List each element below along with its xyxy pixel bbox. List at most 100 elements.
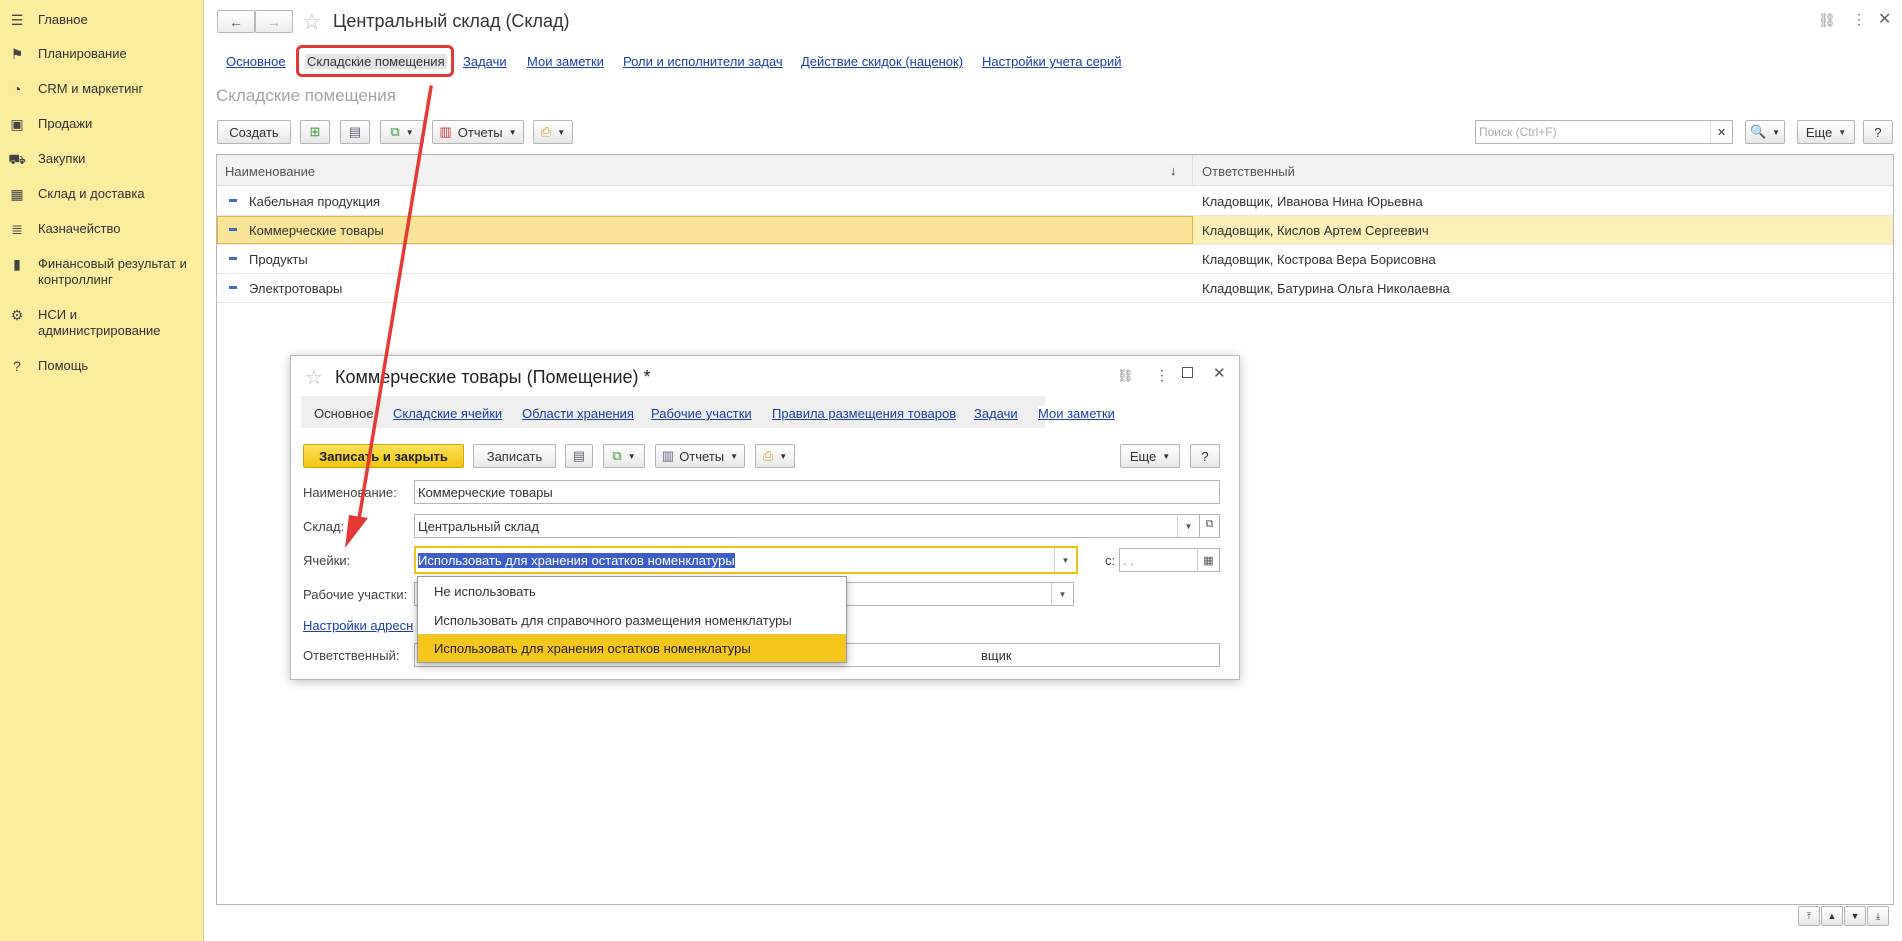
address-settings-link[interactable]: Настройки адресн [303, 618, 413, 633]
calendar-icon[interactable]: ▦ [1197, 549, 1219, 571]
star-icon[interactable]: ☆ [302, 9, 322, 35]
reports-button[interactable]: ▥ Отчеты ▼ [432, 120, 524, 144]
forward-button[interactable]: → [255, 10, 293, 33]
sidebar-item-finance[interactable]: ▮ Финансовый результат и контроллинг [8, 256, 198, 288]
dialog-help-button[interactable]: ? [1190, 444, 1220, 468]
dialog-more-button[interactable]: Еще ▼ [1120, 444, 1180, 468]
sort-arrow-icon[interactable]: ↓ [1170, 163, 1177, 178]
to-top-icon: ⤒ [1807, 910, 1811, 921]
crm-icon: ◔ [12, 81, 22, 97]
column-divider [1192, 155, 1193, 186]
dialog-create-based-button[interactable]: ⧉ ▼ [603, 444, 645, 468]
workareas-label: Рабочие участки: [303, 587, 408, 602]
dialog-tab-work-areas[interactable]: Рабочие участки [651, 406, 752, 421]
chevron-down-icon[interactable]: ▼ [1177, 515, 1199, 537]
cell-name: Кабельная продукция [249, 194, 381, 209]
dialog-tab-main[interactable]: Основное [314, 406, 374, 421]
print-button[interactable]: ⎙ ▼ [533, 120, 573, 144]
treasury-icon: ≣ [11, 221, 23, 237]
clear-search-icon[interactable]: ✕ [1710, 121, 1732, 143]
add-copy-button[interactable]: ⊞ [300, 120, 330, 144]
chevron-down-icon[interactable]: ▼ [1051, 583, 1073, 605]
scroll-up-button[interactable]: ▲ [1821, 906, 1843, 926]
maximize-icon[interactable] [1182, 367, 1193, 378]
table-row[interactable]: Продукты Кладовщик, Кострова Вера Борисов… [217, 245, 1893, 274]
sales-bag-icon: ▣ [10, 116, 24, 132]
dialog-reports-button[interactable]: ▥ Отчеты ▼ [655, 444, 745, 468]
link-icon[interactable]: ⛓ [1818, 12, 1836, 29]
table-row[interactable]: Кабельная продукция Кладовщик, Иванова Ни… [217, 187, 1893, 216]
dropdown-option[interactable]: Использовать для справочного размещения … [418, 606, 846, 634]
table-row-selected[interactable]: Коммерческие товары Кладовщик, Кислов Арт… [217, 216, 1893, 245]
open-warehouse-button[interactable]: ⧉ [1199, 514, 1220, 538]
tab-tasks[interactable]: Задачи [463, 54, 507, 69]
sidebar-item-treasury[interactable]: ≣ Казначейство [8, 221, 198, 237]
dialog-tab-tasks[interactable]: Задачи [974, 406, 1018, 421]
warehouse-field[interactable]: Центральный склад ▼ [414, 514, 1200, 538]
save-close-button[interactable]: Записать и закрыть [303, 444, 464, 468]
help-button[interactable]: ? [1863, 120, 1893, 144]
close-icon[interactable]: ✕ [1878, 9, 1891, 29]
column-responsible[interactable]: Ответственный [1202, 164, 1295, 179]
search-field[interactable]: Поиск (Ctrl+F) ✕ [1475, 120, 1733, 144]
sidebar-item-planning[interactable]: ⚑ Планирование [8, 46, 198, 62]
date-value: . . [1123, 553, 1134, 568]
dialog-list-button[interactable]: ▤ [565, 444, 593, 468]
warehouse-value: Центральный склад [418, 519, 539, 534]
item-marker-icon [229, 199, 237, 202]
dialog-more-vert-icon[interactable]: ⋮ [1155, 367, 1169, 384]
list-icon: ▤ [572, 448, 586, 463]
cell-name: Продукты [249, 252, 308, 267]
scroll-top-button[interactable]: ⤒ [1798, 906, 1820, 926]
tab-notes[interactable]: Мои заметки [527, 54, 604, 69]
dialog-tab-storage-areas[interactable]: Области хранения [522, 406, 634, 421]
sidebar: ☰ Главное ⚑ Планирование ◔ CRM и маркетинг … [0, 0, 204, 941]
table-row[interactable]: Электротовары Кладовщик, Батурина Ольга Н… [217, 274, 1893, 303]
more-button[interactable]: Еще ▼ [1797, 120, 1855, 144]
list-button[interactable]: ▤ [340, 120, 370, 144]
tab-series[interactable]: Настройки учета серий [982, 54, 1122, 69]
scroll-bottom-button[interactable]: ⤓ [1867, 906, 1889, 926]
create-button[interactable]: Создать [217, 120, 291, 144]
tab-roles[interactable]: Роли и исполнители задач [623, 54, 783, 69]
scroll-down-button[interactable]: ▼ [1844, 906, 1866, 926]
sidebar-item-help[interactable]: ? Помощь [8, 358, 198, 374]
tab-storage-rooms[interactable]: Складские помещения [305, 54, 447, 69]
tab-discounts[interactable]: Действие скидок (наценок) [801, 54, 963, 69]
sidebar-item-crm[interactable]: ◔ CRM и маркетинг [8, 81, 198, 97]
dialog-close-icon[interactable]: ✕ [1213, 364, 1226, 382]
table-header: Наименование ↓ Ответственный [217, 155, 1893, 186]
column-name[interactable]: Наименование [225, 164, 315, 179]
sidebar-item-warehouse[interactable]: ▦ Склад и доставка [8, 186, 198, 202]
search-button[interactable]: 🔍 ▼ [1745, 120, 1785, 144]
dropdown-option[interactable]: Не использовать [418, 577, 846, 605]
sidebar-item-main[interactable]: ☰ Главное [8, 12, 198, 28]
sidebar-item-purchases[interactable]: ⛟ Закупки [8, 151, 198, 167]
cart-icon: ⛟ [8, 151, 26, 167]
planning-icon: ⚑ [10, 46, 24, 62]
chevron-down-icon[interactable]: ▼ [1054, 548, 1076, 572]
create-based-button[interactable]: ⧉ ▼ [380, 120, 424, 144]
dialog-tab-cells[interactable]: Складские ячейки [393, 406, 502, 421]
sidebar-item-sales[interactable]: ▣ Продажи [8, 116, 198, 132]
warehouse-icon: ▦ [10, 186, 24, 202]
dialog-print-button[interactable]: ⎙ ▼ [755, 444, 795, 468]
item-marker-icon [229, 286, 237, 289]
arrow-right-icon: → [267, 13, 281, 30]
dialog-star-icon[interactable]: ☆ [305, 365, 323, 390]
cells-select[interactable]: Использовать для хранения остатков номен… [414, 546, 1078, 574]
dropdown-option-selected[interactable]: Использовать для хранения остатков номен… [418, 634, 846, 662]
more-vert-icon[interactable]: ⋮ [1852, 11, 1866, 28]
name-field[interactable]: Коммерческие товары [414, 480, 1220, 504]
report-icon: ▥ [661, 448, 675, 463]
save-button[interactable]: Записать [473, 444, 556, 468]
sidebar-item-admin[interactable]: ⚙ НСИ и администрирование [8, 307, 198, 339]
date-field[interactable]: . . ▦ [1119, 548, 1220, 572]
sidebar-item-label: НСИ и администрирование [38, 307, 161, 338]
dialog-tab-notes[interactable]: Мои заметки [1038, 406, 1115, 421]
tab-main[interactable]: Основное [226, 54, 286, 69]
dialog-link-icon[interactable]: ⛓ [1117, 368, 1134, 384]
search-input[interactable]: Поиск (Ctrl+F) [1479, 125, 1557, 139]
back-button[interactable]: ← [217, 10, 255, 33]
dialog-tab-placement-rules[interactable]: Правила размещения товаров [772, 406, 956, 421]
